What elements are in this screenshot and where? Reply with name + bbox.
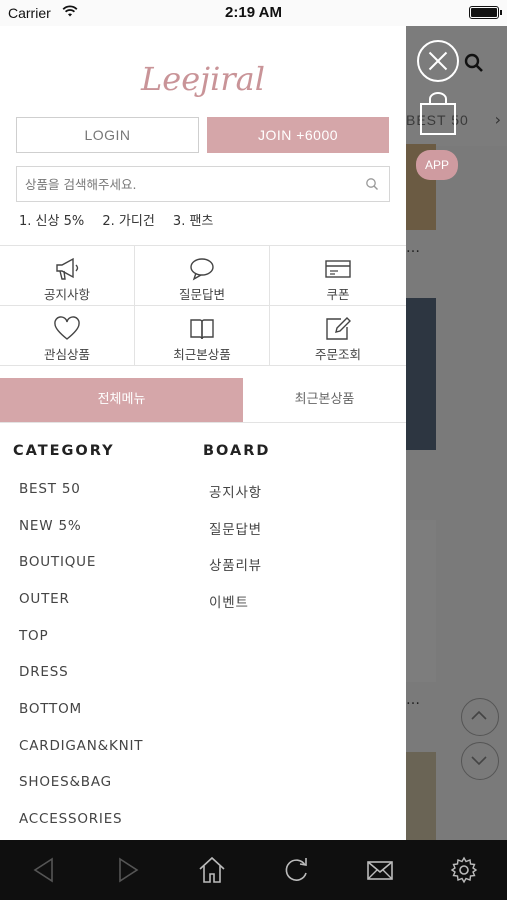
brand-logo[interactable]: Leejiral	[0, 46, 406, 106]
forward-icon[interactable]	[112, 855, 142, 885]
category-item-boutique[interactable]: BOUTIQUE	[19, 554, 96, 570]
quick-menu-wishlist[interactable]: 관심상품	[0, 306, 135, 366]
quick-menu-label: 질문답변	[178, 287, 225, 302]
scroll-down-button[interactable]	[461, 742, 499, 780]
popular-keywords: 1. 신상 5% 2. 가디건 3. 팬츠	[19, 210, 227, 229]
quick-menu-label: 최근본상품	[173, 347, 231, 362]
bottom-toolbar	[0, 840, 507, 900]
tab-all-menu[interactable]: 전체메뉴	[0, 378, 243, 422]
quick-menu-order[interactable]: 주문조회	[270, 306, 406, 366]
search-icon[interactable]	[365, 177, 379, 191]
quick-menu-recent[interactable]: 최근본상품	[135, 306, 270, 366]
quick-menu-grid: 공지사항 질문답변 쿠폰 관심상품 최근본상품 주문조회	[0, 245, 406, 367]
quick-menu-label: 관심상품	[43, 347, 90, 362]
app-badge[interactable]: APP	[416, 150, 458, 180]
menu-tabs: 전체메뉴 최근본상품	[0, 378, 406, 423]
category-item-new[interactable]: NEW 5%	[19, 518, 82, 534]
battery-icon	[469, 6, 502, 19]
tab-recent-products[interactable]: 최근본상품	[243, 378, 406, 422]
home-icon[interactable]	[197, 855, 227, 885]
search-icon[interactable]	[463, 52, 485, 74]
megaphone-icon	[56, 257, 79, 280]
search-input[interactable]	[25, 167, 355, 201]
ellipsis-icon: …	[406, 240, 420, 256]
category-item-shoes-bag[interactable]: SHOES&BAG	[19, 774, 112, 790]
quick-menu-label: 주문조회	[314, 347, 361, 362]
back-icon[interactable]	[30, 855, 60, 885]
board-item-notice[interactable]: 공지사항	[209, 481, 262, 501]
keyword-link[interactable]: 2. 가디건	[102, 214, 154, 229]
product-thumbnail	[406, 520, 436, 682]
status-bar: Carrier 2:19 AM	[0, 0, 507, 26]
quick-menu-notice[interactable]: 공지사항	[0, 246, 135, 306]
keyword-link[interactable]: 3. 팬츠	[173, 214, 213, 229]
settings-icon[interactable]	[449, 855, 479, 885]
login-button[interactable]: LOGIN	[16, 117, 199, 153]
book-icon	[190, 319, 214, 340]
product-thumbnail	[406, 752, 436, 840]
category-item-accessories[interactable]: ACCESSORIES	[19, 811, 122, 827]
search-field[interactable]	[16, 166, 390, 202]
board-item-event[interactable]: 이벤트	[209, 591, 249, 611]
scroll-up-button[interactable]	[461, 698, 499, 736]
category-item-outer[interactable]: OUTER	[19, 591, 70, 607]
category-item-cardigan-knit[interactable]: CARDIGAN&KNIT	[19, 738, 143, 754]
svg-text:Leejiral: Leejiral	[140, 60, 265, 98]
speech-bubble-icon	[190, 258, 214, 281]
logo-wordmark: Leejiral	[140, 60, 265, 98]
chevron-up-icon	[471, 710, 487, 720]
side-drawer: Leejiral LOGIN JOIN +6000 1. 신상 5% 2. 가디…	[0, 26, 406, 840]
quick-menu-coupon[interactable]: 쿠폰	[270, 246, 406, 306]
category-item-dress[interactable]: DRESS	[19, 664, 68, 680]
chevron-down-icon	[471, 756, 487, 766]
refresh-icon[interactable]	[281, 855, 311, 885]
coupon-icon	[325, 260, 351, 278]
quick-menu-label: 공지사항	[43, 287, 90, 302]
mail-icon[interactable]	[365, 855, 395, 885]
board-heading: BOARD	[203, 443, 271, 459]
product-thumbnail	[406, 298, 436, 450]
quick-menu-label: 쿠폰	[326, 287, 350, 302]
keyword-link[interactable]: 1. 신상 5%	[19, 214, 84, 229]
category-heading: CATEGORY	[13, 443, 115, 459]
clock: 2:19 AM	[225, 4, 282, 21]
edit-icon	[326, 317, 351, 340]
heart-icon	[54, 316, 80, 340]
quick-menu-qna[interactable]: 질문답변	[135, 246, 270, 306]
category-item-bottom[interactable]: BOTTOM	[19, 701, 82, 717]
close-drawer-button[interactable]	[417, 40, 459, 82]
category-item-top[interactable]: TOP	[19, 628, 48, 644]
ellipsis-icon: …	[406, 692, 420, 708]
join-button[interactable]: JOIN +6000	[207, 117, 389, 153]
chevron-right-icon: ›	[494, 110, 501, 129]
board-item-review[interactable]: 상품리뷰	[209, 554, 262, 574]
board-item-qna[interactable]: 질문답변	[209, 518, 262, 538]
category-item-best50[interactable]: BEST 50	[19, 481, 81, 497]
shopping-bag-icon[interactable]	[419, 92, 457, 136]
